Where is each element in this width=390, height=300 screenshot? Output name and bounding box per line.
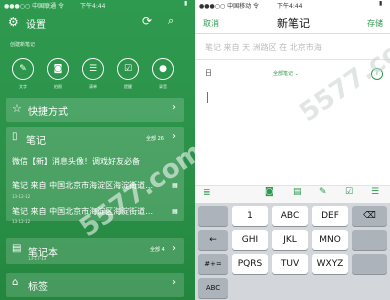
divider	[195, 33, 390, 34]
text-icon: ✎	[19, 64, 27, 74]
list-item[interactable]: 笔记 来自 中国北京市海淀区海淀街道…	[12, 206, 153, 217]
note-date: 13-12-12	[12, 194, 31, 199]
quick-text-button[interactable]: ✎	[12, 58, 34, 80]
notebook-date: 13-17-13	[28, 256, 47, 261]
notes-count: 全部 26	[146, 136, 164, 142]
image-thumb-icon: ▦	[172, 182, 178, 189]
notebook-chip[interactable]: 全部笔记 ⌄	[273, 70, 299, 77]
list-icon[interactable]: ≣	[203, 188, 211, 198]
key[interactable]: ABC	[272, 206, 308, 226]
shortcuts-label: 快捷方式	[28, 107, 68, 118]
quick-audio-button[interactable]: ●	[152, 58, 174, 80]
key[interactable]: WXYZ	[312, 254, 348, 274]
create-note-label: 创建新笔记	[10, 42, 36, 48]
quick-checklist-button[interactable]: ☰	[82, 58, 104, 80]
date-label: 日	[205, 69, 212, 77]
quick-label: 拍照	[54, 84, 62, 89]
star-icon: ☆	[12, 102, 22, 115]
note-icon: ▯	[12, 131, 18, 142]
divider	[195, 59, 390, 60]
checkbox-icon[interactable]: ☑	[345, 187, 353, 197]
microphone-icon: ●	[159, 64, 167, 74]
status-time: 下午4:44	[80, 3, 106, 10]
key[interactable]: PQRS	[232, 254, 268, 274]
key[interactable]: ABC	[198, 278, 228, 298]
checklist-icon: ☰	[88, 64, 98, 74]
status-carrier: ●●●○○ 中国联通 令	[4, 3, 64, 10]
camera-icon: ◙	[53, 64, 63, 74]
list-item[interactable]: 微信【新】消息头像！调戏好友必备	[12, 156, 140, 167]
key[interactable]: JKL	[272, 230, 308, 250]
battery-icon: ▮	[379, 0, 383, 7]
key[interactable]: GHI	[232, 230, 268, 250]
page-title: 新笔记	[277, 17, 310, 30]
search-icon[interactable]: ⌕	[168, 14, 174, 28]
delete-key[interactable]: ⌫	[352, 206, 387, 226]
keyboard: 1 ABC DEF ⌫ ← GHI JKL MNO #+= PQRS TUV W…	[195, 203, 390, 300]
key[interactable]: #+=	[198, 254, 228, 274]
key[interactable]: DEF	[312, 206, 348, 226]
quick-label: 文字	[19, 84, 27, 89]
key-2[interactable]	[352, 230, 387, 250]
camera-icon[interactable]: ◙	[265, 187, 274, 197]
chevron-right-icon: ›	[172, 131, 176, 142]
format-icon[interactable]: ☰	[371, 187, 379, 197]
gear-icon[interactable]: ⚙	[8, 15, 19, 29]
shortcuts-row[interactable]: ☆ 快捷方式 ›	[6, 98, 184, 122]
reminder-icon: ☑	[123, 64, 133, 74]
status-time: 下午4:44	[277, 3, 303, 10]
quick-label: 录音	[159, 84, 167, 89]
list-item[interactable]: 笔记 来自 中国北京市海淀区海淀街道…	[12, 180, 153, 191]
new-note-screen: ●●●○○ 中国移动 令 下午4:44 ▮ 取消 新笔记 存储 笔记 来自 天 …	[195, 0, 390, 300]
note-title-field[interactable]: 笔记 来自 天 洲路区 在 北京市海	[205, 42, 322, 53]
notes-label[interactable]: 笔记	[26, 132, 46, 147]
chevron-right-icon: ›	[172, 243, 176, 254]
key[interactable]: ←	[198, 230, 228, 250]
quick-reminder-button[interactable]: ☑	[117, 58, 139, 80]
chevron-right-icon: ›	[172, 277, 176, 288]
quick-camera-button[interactable]: ◙	[47, 58, 69, 80]
notebook-row[interactable]: ▤ 笔记本 全部 4 13-17-13 ›	[6, 238, 184, 264]
save-button[interactable]: 存储	[367, 18, 383, 29]
tags-label: 标签	[28, 282, 48, 293]
key[interactable]: TUV	[272, 254, 308, 274]
evernote-home-screen: ●●●○○ 中国联通 令 下午4:44 ▮ ⚙ 设置 ⟳ ⌕ 创建新笔记 ✎ ◙…	[0, 0, 195, 300]
image-thumb-icon: ▦	[172, 208, 178, 215]
info-icon[interactable]: i	[371, 68, 383, 80]
return-key[interactable]	[352, 254, 387, 274]
key[interactable]: 1	[232, 206, 268, 226]
notebook-count: 全部 4	[150, 247, 165, 253]
attachment-icon[interactable]: ✎	[319, 187, 327, 197]
status-carrier: ●●●○○ 中国移动 令	[199, 3, 259, 10]
image-icon[interactable]: ▤	[293, 187, 302, 197]
tags-row[interactable]: ⌂ 标签 ›	[6, 273, 184, 297]
battery-icon: ▮	[184, 0, 188, 7]
key[interactable]: MNO	[312, 230, 348, 250]
tag-icon: ⌂	[12, 277, 19, 288]
notebook-icon: ▤	[12, 243, 22, 254]
chevron-right-icon: ›	[172, 102, 176, 113]
cancel-button[interactable]: 取消	[203, 18, 219, 29]
note-body-editor[interactable]	[195, 82, 390, 182]
key-emoji[interactable]	[198, 206, 228, 226]
note-date: 13-12-12	[12, 219, 31, 224]
sync-icon[interactable]: ⟳	[142, 14, 152, 28]
quick-label: 清单	[89, 84, 97, 89]
settings-label[interactable]: 设置	[26, 16, 46, 31]
quick-label: 提醒	[124, 84, 132, 89]
